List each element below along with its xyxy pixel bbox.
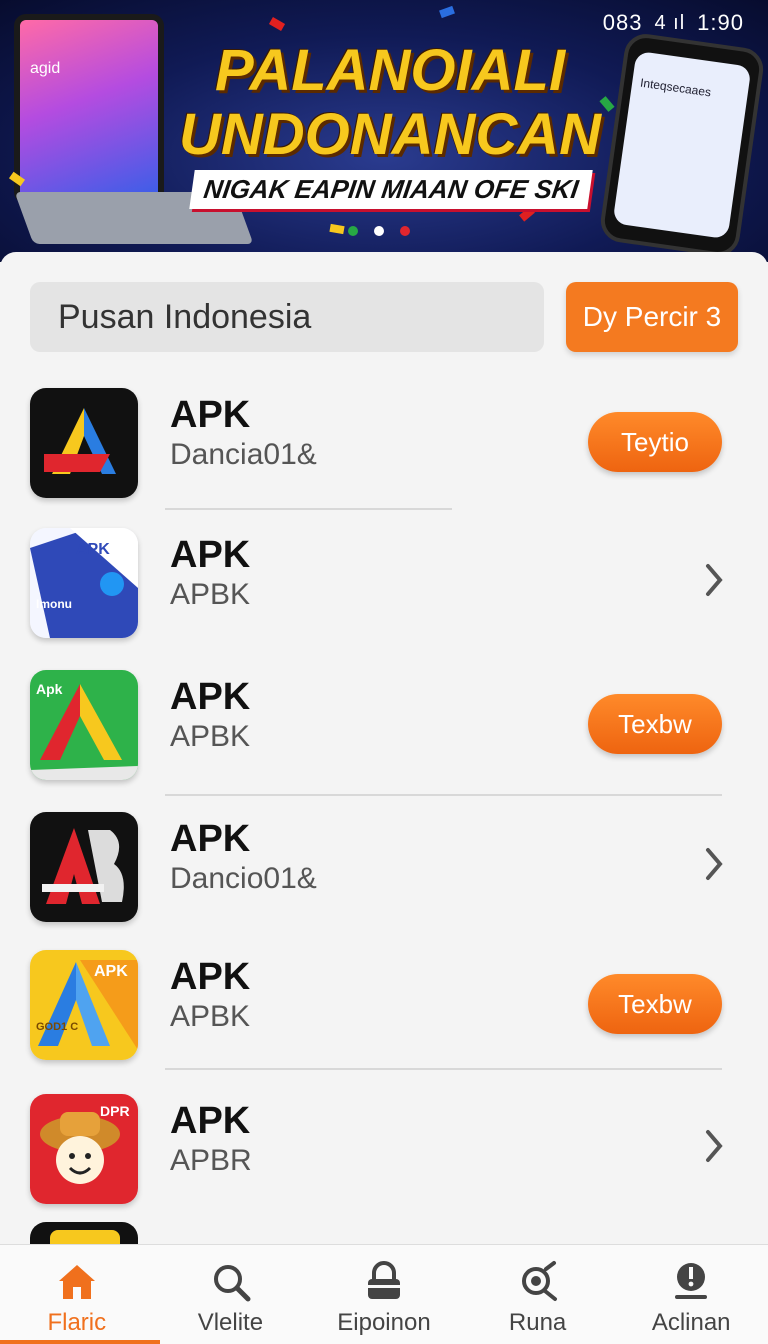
status-time: 1:90: [697, 10, 744, 35]
divider: [165, 508, 452, 510]
app-subtitle: APBK: [170, 720, 251, 753]
app-icon-text: APK: [76, 541, 110, 558]
nav-active-indicator: [0, 1340, 160, 1344]
nav-tools[interactable]: Runa: [461, 1245, 615, 1344]
app-subtitle: Dancia01&: [170, 438, 317, 471]
app-action-button[interactable]: Teytio: [588, 412, 722, 472]
list-item[interactable]: Apk APK APBK Texbw: [0, 662, 768, 792]
nav-lock[interactable]: Eipoinon: [307, 1245, 461, 1344]
list-item[interactable]: APK GOD1 C APK APBK Texbw: [0, 942, 768, 1072]
app-icon-text: APK: [94, 963, 128, 980]
chevron-right-icon[interactable]: [700, 1126, 728, 1166]
carousel-dot[interactable]: [400, 226, 410, 236]
confetti: [329, 223, 345, 235]
app-apk-blue-icon: APK Imonu: [30, 528, 138, 638]
home-icon: [58, 1265, 95, 1299]
list-item[interactable]: APK Dancio01&: [0, 804, 768, 934]
status-left: 083: [602, 10, 643, 35]
laptop-screen-label: agid: [30, 60, 61, 77]
search-icon: [214, 1265, 251, 1302]
app-mascot-icon: DPR: [30, 1094, 138, 1204]
app-green-icon: Apk: [30, 670, 138, 780]
app-icon-text: GOD1 C: [36, 1021, 78, 1033]
app-subtitle: APBR: [170, 1144, 252, 1177]
nav-label: Flaric: [47, 1309, 107, 1336]
carousel-indicator[interactable]: [348, 226, 410, 236]
nav-label: Eipoinon: [337, 1309, 431, 1336]
app-icon-text: Imonu: [36, 597, 72, 611]
status-bar: 083 4 ıl 1:90: [603, 10, 744, 36]
app-icon-text: Apk: [36, 681, 63, 697]
app-title: APK: [170, 956, 251, 998]
phone-screen-label: Inteqsecaaes: [639, 75, 712, 100]
banner-headline-line1: PALANOIALI: [214, 38, 566, 103]
search-input[interactable]: Pusan Indonesia: [30, 282, 544, 352]
app-action-button[interactable]: Texbw: [588, 974, 722, 1034]
promo-banner[interactable]: agid Inteqsecaaes 083 4 ıl 1:90 PALANOIA…: [0, 0, 768, 262]
app-title: APK: [170, 818, 251, 860]
nav-home[interactable]: Flaric: [0, 1245, 154, 1344]
banner-headline-line2: UNDONANCAN: [178, 102, 602, 167]
app-action-button[interactable]: Texbw: [588, 694, 722, 754]
nav-alert[interactable]: Aclinan: [614, 1245, 768, 1344]
app-list-panel: Pusan Indonesia Dy Percir 3 APK Dancia01…: [0, 252, 768, 1244]
divider: [165, 794, 722, 796]
nav-label: Vlelite: [197, 1309, 264, 1336]
alert-icon: [675, 1263, 708, 1299]
confetti: [439, 5, 455, 19]
app-title: APK: [170, 394, 251, 436]
chevron-right-icon[interactable]: [700, 560, 728, 600]
app-subtitle: APBK: [170, 578, 251, 611]
app-title: APK: [170, 1100, 251, 1142]
filter-button[interactable]: Dy Percir 3: [566, 282, 738, 352]
chevron-right-icon[interactable]: [700, 844, 728, 884]
app-title: APK: [170, 676, 251, 718]
app-title: APK: [170, 534, 251, 576]
list-item[interactable]: APK Dancia01& Teytio: [0, 380, 768, 510]
carousel-dot-active[interactable]: [374, 226, 384, 236]
bottom-navigation: Flaric Vlelite Eipoinon Runa Aclinan: [0, 1244, 768, 1344]
divider: [165, 1068, 722, 1070]
nav-search[interactable]: Vlelite: [154, 1245, 308, 1344]
list-item[interactable]: DPR APK APBR: [0, 1086, 768, 1216]
app-yellow-icon: APK GOD1 C: [30, 950, 138, 1060]
carousel-dot[interactable]: [348, 226, 358, 236]
banner-tagline: NIGAK EAPIN MIAAN OFE SKI: [189, 170, 593, 209]
confetti: [268, 17, 286, 31]
list-item[interactable]: APK Imonu APK APBK: [0, 520, 768, 650]
app-icon-partial[interactable]: [30, 1222, 138, 1244]
app-a-dark-icon: [30, 388, 138, 498]
lock-icon: [367, 1261, 400, 1299]
gear-search-icon: [521, 1261, 557, 1301]
app-subtitle: Dancio01&: [170, 862, 317, 895]
app-subtitle: APBK: [170, 1000, 251, 1033]
app-red-dark-icon: [30, 812, 138, 922]
signal-icon: 4 ıl: [654, 11, 686, 34]
nav-label: Aclinan: [651, 1309, 731, 1336]
app-icon-text: DPR: [100, 1103, 130, 1119]
nav-label: Runa: [508, 1309, 567, 1336]
